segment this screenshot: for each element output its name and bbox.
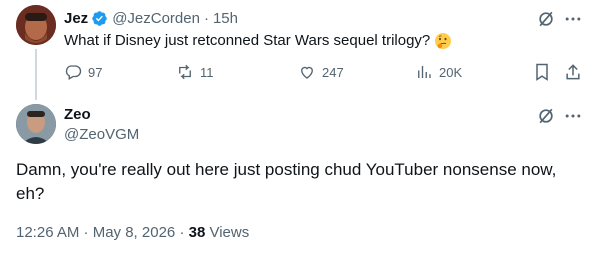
author-name[interactable]: Jez <box>64 10 88 27</box>
bookmark-button[interactable] <box>531 61 553 83</box>
like-button[interactable]: 247 <box>298 62 344 82</box>
analytics-icon <box>418 66 431 78</box>
heart-icon <box>301 66 313 79</box>
repost-icon <box>179 64 191 80</box>
parent-tweet-text: What if Disney just retconned Star Wars … <box>64 31 452 51</box>
repost-button[interactable]: 11 <box>176 62 214 82</box>
author-name[interactable]: Zeo <box>64 106 91 123</box>
author-handle[interactable]: @ZeoVGM <box>64 126 139 143</box>
post-timestamp[interactable]: 12:26 AM · May 8, 2026 <box>16 224 175 241</box>
avatar-zeo[interactable] <box>16 104 56 144</box>
more-horizontal-icon <box>565 17 581 21</box>
more-options-button[interactable] <box>562 105 584 127</box>
repost-count: 11 <box>200 64 214 80</box>
separator-dot: · <box>203 9 209 27</box>
thread-connector-line <box>35 49 37 100</box>
view-count: 20K <box>439 64 463 80</box>
avatar-jez[interactable] <box>16 5 56 45</box>
more-horizontal-icon <box>565 114 581 118</box>
grok-icon <box>539 11 553 27</box>
reply-icon <box>65 65 82 80</box>
share-icon <box>566 64 580 80</box>
grok-button[interactable] <box>535 105 557 127</box>
reply-count: 97 <box>88 64 103 80</box>
parent-tweet-header: Jez @JezCorden · 15h <box>64 8 238 28</box>
like-count: 247 <box>322 64 344 80</box>
views-count: 38 <box>188 224 206 241</box>
more-options-button[interactable] <box>562 8 584 30</box>
views-label: Views <box>209 224 250 241</box>
separator-dot: · <box>179 224 189 241</box>
verified-badge-icon <box>91 10 108 27</box>
grok-button[interactable] <box>535 8 557 30</box>
grok-icon <box>539 108 553 124</box>
thinking-face-icon <box>434 32 452 50</box>
share-button[interactable] <box>562 61 584 83</box>
views-button[interactable]: 20K <box>415 62 462 82</box>
post-time[interactable]: 15h <box>213 10 238 27</box>
reply-tweet-text: Damn, you're really out here just postin… <box>16 160 557 203</box>
author-handle[interactable]: @JezCorden <box>112 10 200 27</box>
tweet-meta: 12:26 AM · May 8, 2026 · 38 Views <box>16 224 249 241</box>
parent-tweet-body: What if Disney just retconned Star Wars … <box>64 32 431 49</box>
bookmark-icon <box>536 63 548 81</box>
reply-button[interactable]: 97 <box>64 62 102 82</box>
